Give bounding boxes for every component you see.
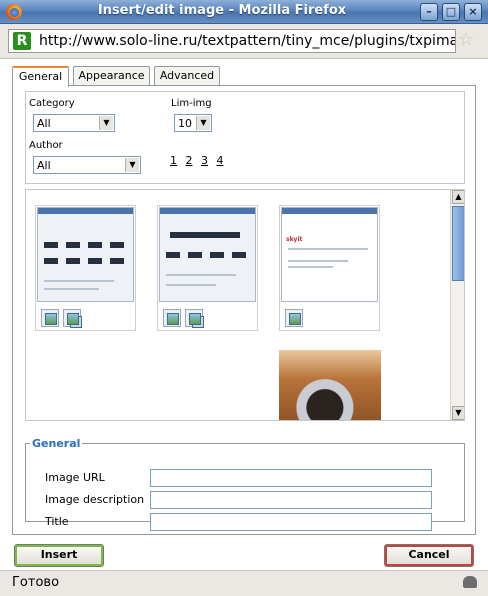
window-titlebar: Insert/edit image - Mozilla Firefox – □ …	[0, 0, 488, 24]
image-thumb-1[interactable]	[35, 205, 136, 331]
scroll-down-icon[interactable]: ▼	[452, 406, 464, 420]
image-url-field[interactable]	[150, 469, 432, 487]
scrollbar-thumb[interactable]	[452, 206, 464, 281]
image-description-field[interactable]	[150, 491, 432, 509]
status-text: Готово	[12, 575, 60, 590]
author-select[interactable]: All ▼	[33, 156, 141, 174]
tab-appearance[interactable]: Appearance	[73, 66, 150, 86]
minimize-button[interactable]: –	[420, 3, 438, 21]
status-bar: Готово	[0, 570, 488, 596]
url-field[interactable]: R http://www.solo-line.ru/textpattern/ti…	[8, 29, 456, 53]
thumbnail-image[interactable]	[159, 207, 256, 302]
chevron-down-icon: ▼	[99, 116, 113, 130]
thumbnail-brand-text: skyit	[286, 236, 303, 243]
maximize-button[interactable]: □	[442, 3, 460, 21]
address-bar: R http://www.solo-line.ru/textpattern/ti…	[0, 24, 488, 59]
thumbnail-image[interactable]	[37, 207, 134, 302]
extension-icon[interactable]	[463, 576, 477, 588]
category-label: Category	[29, 98, 75, 109]
gallery-scrollbar[interactable]: ▲ ▼	[450, 190, 464, 420]
firefox-icon	[6, 4, 22, 20]
page-link-1[interactable]: 1	[170, 154, 177, 167]
scroll-up-icon[interactable]: ▲	[452, 190, 464, 204]
title-field[interactable]	[150, 513, 432, 531]
page-link-3[interactable]: 3	[201, 154, 208, 167]
lim-img-value: 10	[178, 117, 192, 130]
chevron-down-icon: ▼	[196, 116, 210, 130]
bookmark-star-icon[interactable]: ☆	[458, 31, 474, 49]
tab-general[interactable]: General	[12, 66, 69, 87]
image-thumb-2[interactable]	[157, 205, 258, 331]
image-gallery: skyit ▲ ▼	[25, 189, 465, 421]
general-tab-panel: Category All ▼ Lim-img 10 ▼ Author All ▼…	[12, 85, 476, 535]
filter-panel: Category All ▼ Lim-img 10 ▼ Author All ▼…	[25, 91, 465, 184]
chevron-down-icon: ▼	[125, 158, 139, 172]
insert-image-icon[interactable]	[285, 309, 303, 327]
insert-image-icon[interactable]	[163, 309, 181, 327]
close-window-button[interactable]: ×	[464, 3, 482, 21]
insert-thumbnail-icon[interactable]	[63, 309, 82, 328]
tab-advanced[interactable]: Advanced	[154, 66, 220, 86]
site-badge-icon: R	[13, 32, 31, 50]
image-thumb-3[interactable]: skyit	[279, 205, 380, 331]
image-url-label: Image URL	[45, 471, 105, 484]
insert-button[interactable]: Insert	[14, 544, 104, 567]
insert-thumbnail-icon[interactable]	[185, 309, 204, 328]
pagination: 1 2 3 4	[170, 154, 229, 167]
lim-img-label: Lim-img	[171, 98, 212, 109]
window-title: Insert/edit image - Mozilla Firefox	[97, 3, 347, 18]
author-label: Author	[29, 140, 63, 151]
author-value: All	[37, 159, 51, 172]
page-link-4[interactable]: 4	[217, 154, 224, 167]
cancel-button[interactable]: Cancel	[384, 544, 474, 567]
page-link-2[interactable]: 2	[186, 154, 193, 167]
url-text[interactable]: http://www.solo-line.ru/textpattern/tiny…	[39, 33, 455, 49]
category-value: All	[37, 117, 51, 130]
image-description-label: Image description	[45, 493, 145, 506]
thumbnail-image[interactable]: skyit	[281, 207, 378, 302]
category-select[interactable]: All ▼	[33, 114, 115, 132]
general-fieldset: General Image URL Image description Titl…	[25, 437, 465, 531]
general-legend: General	[32, 437, 81, 450]
insert-image-icon[interactable]	[41, 309, 59, 327]
image-thumb-4[interactable]	[279, 350, 381, 420]
lim-img-select[interactable]: 10 ▼	[174, 114, 212, 132]
title-label: Title	[45, 515, 69, 528]
